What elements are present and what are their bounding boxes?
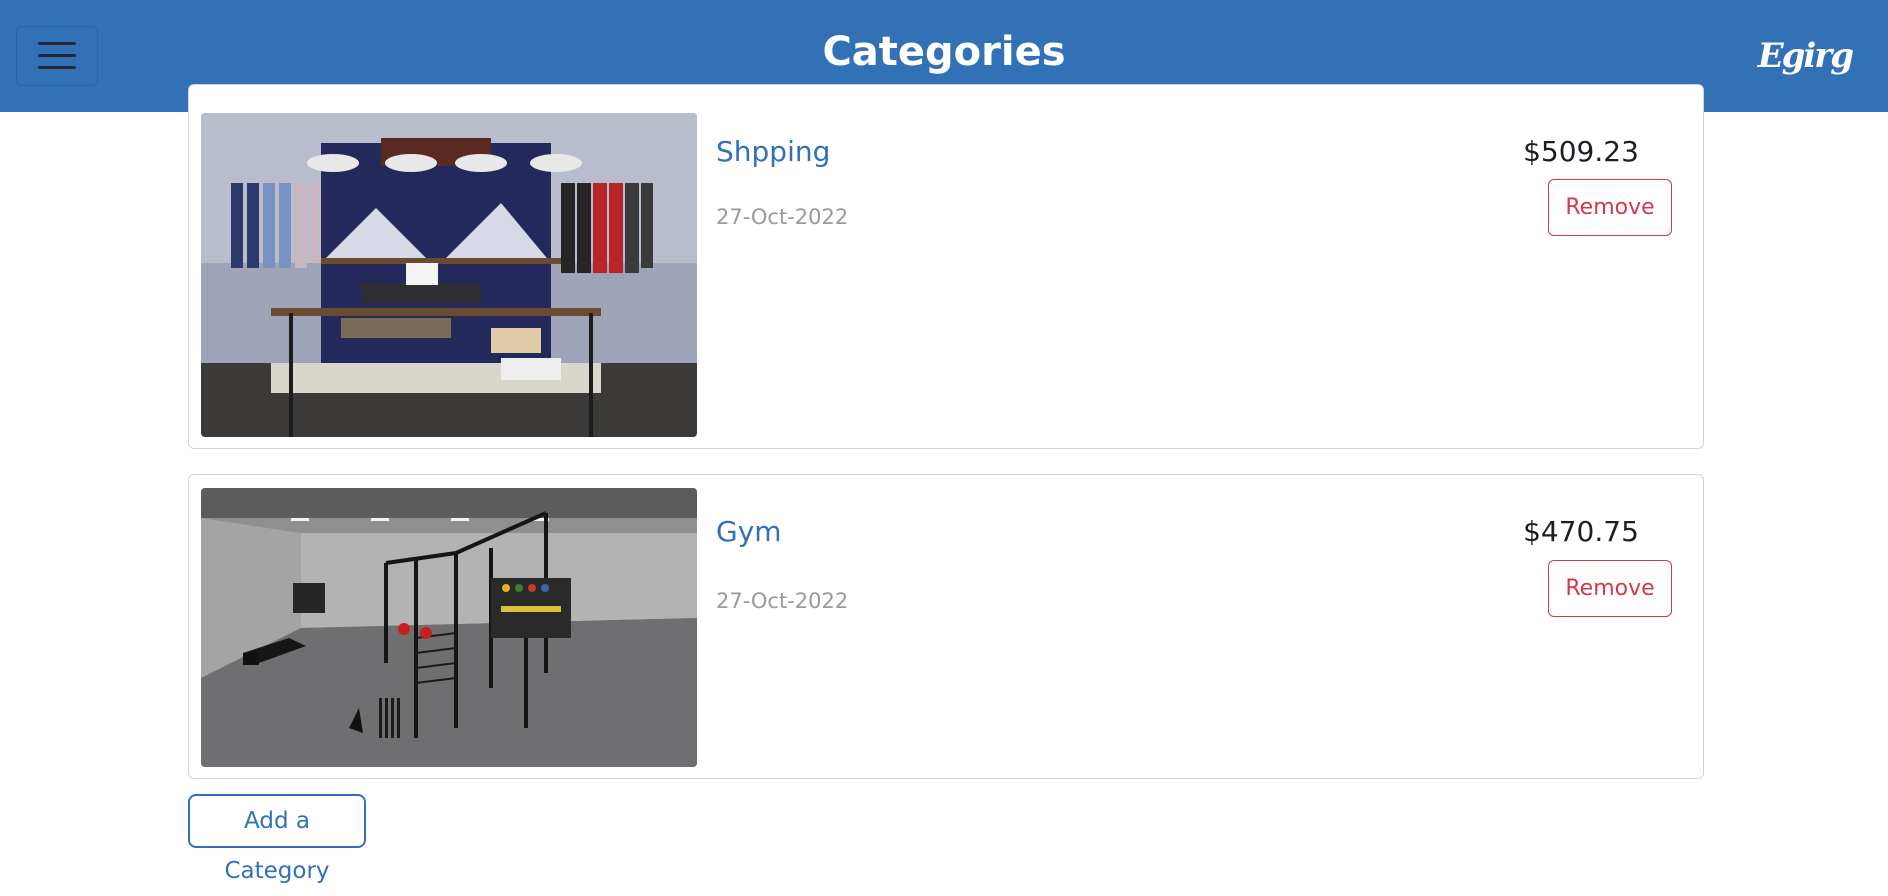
page-title: Categories xyxy=(822,29,1066,75)
remove-button[interactable]: Remove xyxy=(1548,179,1672,236)
clothing-store-image xyxy=(201,113,697,437)
category-name[interactable]: Gym xyxy=(716,514,782,550)
category-card: Gym 27-Oct-2022 $470.75 Remove xyxy=(188,474,1704,779)
category-amount: $470.75 xyxy=(1523,515,1639,548)
category-date: 27-Oct-2022 xyxy=(716,205,849,229)
category-image xyxy=(201,113,697,437)
category-image xyxy=(201,488,697,767)
brand-logo[interactable]: Egirg xyxy=(1758,36,1854,76)
category-date: 27-Oct-2022 xyxy=(716,589,849,613)
category-card: Shpping 27-Oct-2022 $509.23 Remove xyxy=(188,84,1704,449)
category-name[interactable]: Shpping xyxy=(716,134,830,170)
category-amount: $509.23 xyxy=(1523,135,1639,168)
add-category-button[interactable]: Add a Category xyxy=(188,794,366,884)
gym-image xyxy=(201,488,697,767)
remove-button[interactable]: Remove xyxy=(1548,560,1672,617)
